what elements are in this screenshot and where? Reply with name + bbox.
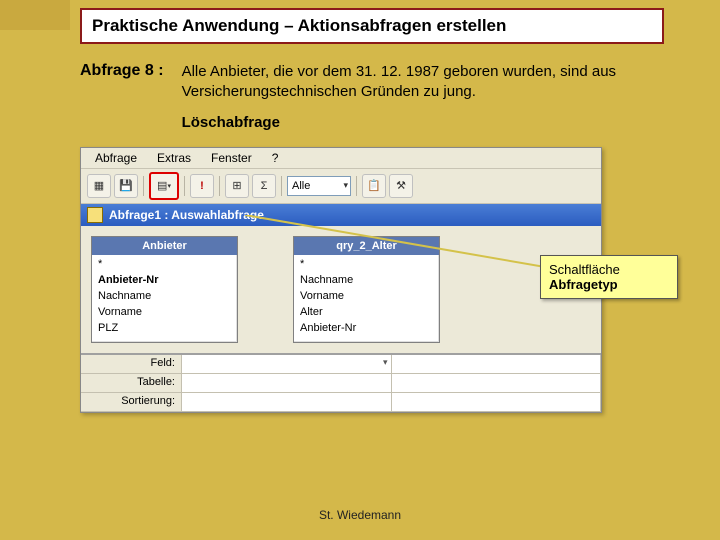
access-screenshot: Abfrage Extras Fenster ? ▦ 💾 ▤▾ ! ⊞ Σ Al… [80, 147, 602, 414]
query-type-button[interactable]: ▤▾ [149, 172, 179, 200]
grid-row-table: Tabelle: [81, 374, 601, 393]
menu-help[interactable]: ? [264, 150, 287, 166]
grid-cell[interactable] [182, 374, 392, 392]
grid-cell[interactable] [392, 393, 602, 411]
grid-label: Tabelle: [81, 374, 182, 392]
query-text: Alle Anbieter, die vor dem 31. 12. 1987 … [182, 62, 720, 103]
totals-icon[interactable]: Σ [252, 174, 276, 198]
table-fields: * Anbieter-Nr Nachname Vorname PLZ [92, 255, 237, 343]
menu-abfrage[interactable]: Abfrage [87, 150, 145, 166]
grid-label: Sortierung: [81, 393, 182, 411]
content-row: Abfrage 8 : Alle Anbieter, die vor dem 3… [80, 62, 720, 133]
menubar: Abfrage Extras Fenster ? [81, 148, 601, 169]
grid-label: Feld: [81, 355, 182, 373]
field-item[interactable]: Anbieter-Nr [300, 321, 433, 337]
view-icon[interactable]: ▦ [87, 174, 111, 198]
save-icon[interactable]: 💾 [114, 174, 138, 198]
grid-row-sort: Sortierung: [81, 393, 601, 412]
query-window-icon [87, 207, 103, 223]
field-item[interactable]: Nachname [98, 289, 231, 305]
qbe-grid: Feld: Tabelle: Sortierung: [81, 353, 601, 412]
query-description: Alle Anbieter, die vor dem 31. 12. 1987 … [182, 62, 720, 133]
field-item[interactable]: Anbieter-Nr [98, 273, 231, 289]
field-item[interactable]: Nachname [300, 273, 433, 289]
grid-cell[interactable] [392, 355, 602, 373]
toolbar: ▦ 💾 ▤▾ ! ⊞ Σ Alle 📋 ⚒ [81, 169, 601, 204]
field-item[interactable]: Alter [300, 305, 433, 321]
table-anbieter[interactable]: Anbieter * Anbieter-Nr Nachname Vorname … [91, 236, 238, 344]
field-item[interactable]: Vorname [300, 289, 433, 305]
field-item[interactable]: * [98, 257, 231, 273]
page-title: Praktische Anwendung – Aktionsabfragen e… [92, 16, 652, 36]
design-area: Anbieter * Anbieter-Nr Nachname Vorname … [81, 226, 601, 354]
field-item[interactable]: * [300, 257, 433, 273]
callout-line1: Schaltfläche [549, 262, 669, 277]
menu-extras[interactable]: Extras [149, 150, 199, 166]
grid-cell[interactable] [182, 393, 392, 411]
show-table-icon[interactable]: ⊞ [225, 174, 249, 198]
query-label: Abfrage 8 : [80, 62, 164, 133]
footer-author: St. Wiedemann [0, 508, 720, 522]
callout-box: Schaltfläche Abfragetyp [540, 255, 678, 299]
table-title: qry_2_Alter [294, 237, 439, 255]
query-subtitle: Löschabfrage [182, 113, 720, 133]
query-window-titlebar: Abfrage1 : Auswahlabfrage [81, 204, 601, 226]
table-fields: * Nachname Vorname Alter Anbieter-Nr [294, 255, 439, 343]
grid-cell[interactable] [182, 355, 392, 373]
run-icon[interactable]: ! [190, 174, 214, 198]
properties-icon[interactable]: 📋 [362, 174, 386, 198]
top-values-combo[interactable]: Alle [287, 176, 351, 196]
table-qry-alter[interactable]: qry_2_Alter * Nachname Vorname Alter Anb… [293, 236, 440, 344]
grid-cell[interactable] [392, 374, 602, 392]
menu-fenster[interactable]: Fenster [203, 150, 260, 166]
title-box: Praktische Anwendung – Aktionsabfragen e… [80, 8, 664, 44]
query-window-title: Abfrage1 : Auswahlabfrage [109, 208, 264, 222]
callout-line2: Abfragetyp [549, 277, 669, 292]
grid-row-field: Feld: [81, 355, 601, 374]
field-item[interactable]: Vorname [98, 305, 231, 321]
build-icon[interactable]: ⚒ [389, 174, 413, 198]
field-item[interactable]: PLZ [98, 321, 231, 337]
table-title: Anbieter [92, 237, 237, 255]
